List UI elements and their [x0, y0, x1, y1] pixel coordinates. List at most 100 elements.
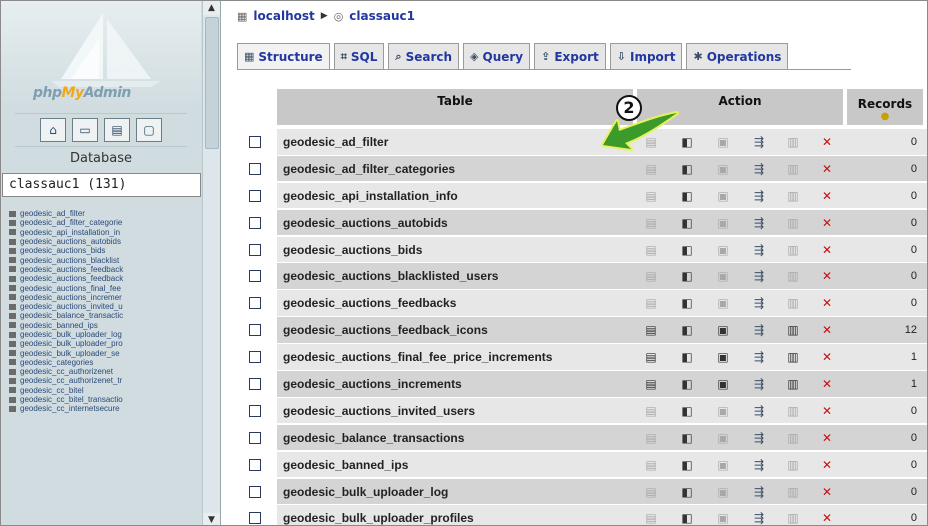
search-icon[interactable]: ▣ [715, 458, 731, 472]
drop-icon[interactable]: ✕ [819, 485, 835, 499]
structure-icon[interactable]: ◧ [679, 404, 695, 418]
table-name[interactable]: geodesic_auctions_bids [283, 243, 422, 257]
search-icon[interactable]: ▣ [715, 189, 731, 203]
tab-operations[interactable]: ✱ Operations [686, 43, 789, 69]
row-checkbox[interactable] [249, 351, 261, 364]
table-icon[interactable] [9, 312, 16, 319]
table-icon[interactable] [9, 368, 16, 375]
empty-icon[interactable]: ▥ [785, 404, 801, 418]
database-select[interactable]: classauc1 (131) [2, 173, 201, 197]
table-name[interactable]: geodesic_auctions_autobids [283, 216, 448, 230]
header-table[interactable]: Table [277, 89, 633, 125]
insert-icon[interactable]: ⇶ [751, 485, 767, 499]
drop-icon[interactable]: ✕ [819, 243, 835, 257]
scroll-down-icon[interactable]: ▼ [203, 513, 220, 525]
empty-icon[interactable]: ▥ [785, 511, 801, 525]
breadcrumb-server[interactable]: localhost [253, 9, 314, 23]
structure-icon[interactable]: ◧ [679, 431, 695, 445]
search-icon[interactable]: ▣ [715, 296, 731, 310]
row-checkbox[interactable] [249, 324, 261, 337]
table-name[interactable]: geodesic_auctions_feedbacks [283, 296, 456, 310]
table-icon[interactable] [9, 396, 16, 403]
browse-icon[interactable]: ▤ [643, 296, 659, 310]
structure-icon[interactable]: ◧ [679, 296, 695, 310]
sidebar-table-item[interactable]: geodesic_bulk_uploader_pro [9, 339, 203, 348]
sidebar-table-item[interactable]: geodesic_auctions_incremer [9, 293, 203, 302]
sidebar-table-item[interactable]: geodesic_auctions_feedback [9, 274, 203, 283]
table-name[interactable]: geodesic_ad_filter [283, 135, 388, 149]
browse-icon[interactable]: ▤ [643, 485, 659, 499]
empty-icon[interactable]: ▥ [785, 269, 801, 283]
drop-icon[interactable]: ✕ [819, 296, 835, 310]
insert-icon[interactable]: ⇶ [751, 511, 767, 525]
table-icon[interactable] [9, 387, 16, 394]
table-icon[interactable] [9, 210, 16, 217]
insert-icon[interactable]: ⇶ [751, 135, 767, 149]
sidebar-table-item[interactable]: geodesic_bulk_uploader_log [9, 330, 203, 339]
breadcrumb-database[interactable]: classauc1 [349, 9, 415, 23]
row-checkbox[interactable] [249, 270, 261, 283]
insert-icon[interactable]: ⇶ [751, 350, 767, 364]
table-icon[interactable] [9, 247, 16, 254]
structure-icon[interactable]: ◧ [679, 162, 695, 176]
browse-icon[interactable]: ▤ [643, 511, 659, 525]
tab-search[interactable]: ⌕ Search [388, 43, 460, 69]
table-icon[interactable] [9, 340, 16, 347]
table-icon[interactable] [9, 238, 16, 245]
table-name[interactable]: geodesic_bulk_uploader_profiles [283, 511, 474, 525]
table-icon[interactable] [9, 266, 16, 273]
sidebar-table-item[interactable]: geodesic_auctions_blacklist [9, 255, 203, 265]
empty-icon[interactable]: ▥ [785, 243, 801, 257]
sidebar-table-item[interactable]: geodesic_ad_filter_categorie [9, 218, 203, 227]
sidebar-table-item[interactable]: geodesic_auctions_feedback [9, 265, 203, 274]
empty-icon[interactable]: ▥ [785, 323, 801, 337]
table-icon[interactable] [9, 275, 16, 282]
drop-icon[interactable]: ✕ [819, 350, 835, 364]
table-icon[interactable] [9, 405, 16, 412]
row-checkbox[interactable] [249, 243, 261, 256]
empty-icon[interactable]: ▥ [785, 458, 801, 472]
row-checkbox[interactable] [249, 162, 261, 175]
empty-icon[interactable]: ▥ [785, 135, 801, 149]
search-icon[interactable]: ▣ [715, 269, 731, 283]
empty-icon[interactable]: ▥ [785, 189, 801, 203]
structure-icon[interactable]: ◧ [679, 377, 695, 391]
browse-icon[interactable]: ▤ [643, 243, 659, 257]
insert-icon[interactable]: ⇶ [751, 189, 767, 203]
drop-icon[interactable]: ✕ [819, 458, 835, 472]
empty-icon[interactable]: ▥ [785, 485, 801, 499]
browse-icon[interactable]: ▤ [643, 162, 659, 176]
query-window-icon[interactable]: ▢ [136, 118, 162, 142]
insert-icon[interactable]: ⇶ [751, 431, 767, 445]
insert-icon[interactable]: ⇶ [751, 296, 767, 310]
search-icon[interactable]: ▣ [715, 377, 731, 391]
structure-icon[interactable]: ◧ [679, 511, 695, 525]
drop-icon[interactable]: ✕ [819, 189, 835, 203]
table-icon[interactable] [9, 359, 16, 366]
row-checkbox[interactable] [249, 458, 261, 471]
sidebar-table-item[interactable]: geodesic_cc_bitel [9, 386, 203, 395]
row-checkbox[interactable] [249, 431, 261, 444]
insert-icon[interactable]: ⇶ [751, 458, 767, 472]
row-checkbox[interactable] [249, 378, 261, 391]
sidebar-table-item[interactable]: geodesic_categories [9, 358, 203, 367]
structure-icon[interactable]: ◧ [679, 323, 695, 337]
table-icon[interactable] [9, 257, 16, 264]
search-icon[interactable]: ▣ [715, 135, 731, 149]
structure-icon[interactable]: ◧ [679, 243, 695, 257]
structure-icon[interactable]: ◧ [679, 269, 695, 283]
structure-icon[interactable]: ◧ [679, 189, 695, 203]
table-icon[interactable] [9, 285, 16, 292]
row-checkbox[interactable] [249, 136, 261, 148]
drop-icon[interactable]: ✕ [819, 404, 835, 418]
table-name[interactable]: geodesic_auctions_final_fee_price_increm… [283, 350, 552, 364]
table-icon[interactable] [9, 229, 16, 236]
drop-icon[interactable]: ✕ [819, 216, 835, 230]
sql-window-icon[interactable]: ▭ [72, 118, 98, 142]
tab-export[interactable]: ⇪ Export [534, 43, 606, 69]
browse-icon[interactable]: ▤ [643, 377, 659, 391]
search-icon[interactable]: ▣ [715, 511, 731, 525]
header-records[interactable]: Records ● [847, 89, 923, 125]
browse-icon[interactable]: ▤ [643, 458, 659, 472]
row-checkbox[interactable] [249, 404, 261, 417]
